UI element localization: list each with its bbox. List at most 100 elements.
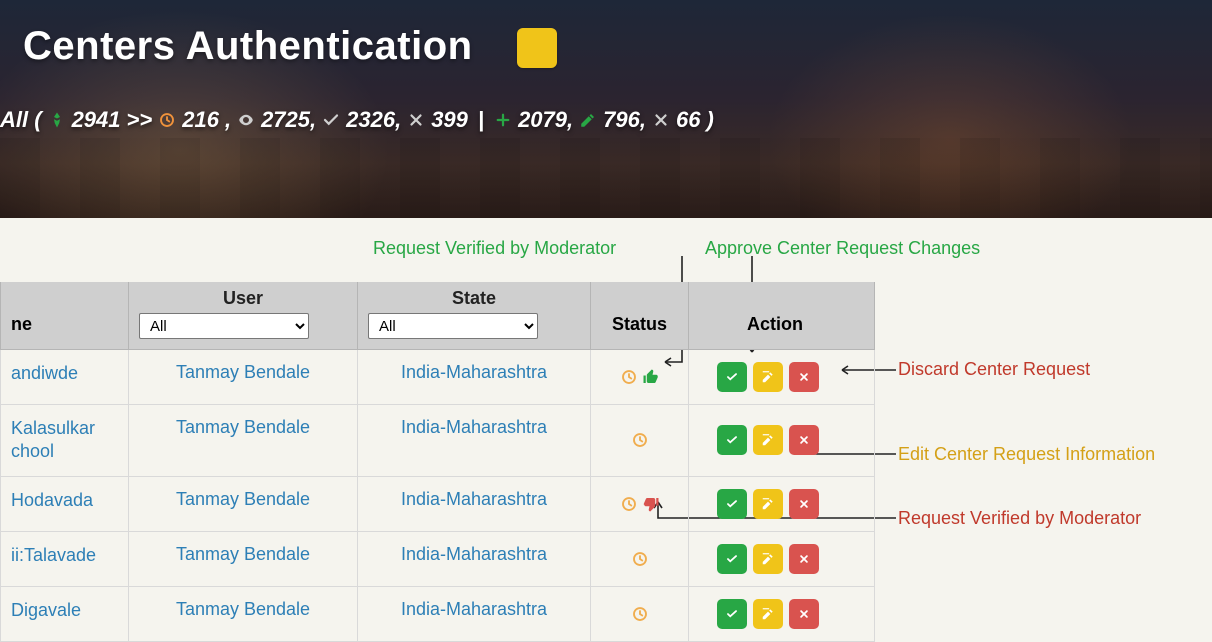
col-name: ne: [0, 282, 128, 350]
cell-action: [688, 350, 875, 405]
discard-button[interactable]: [789, 425, 819, 455]
cell-user: Tanmay Bendale: [128, 477, 357, 532]
col-status-label: Status: [612, 314, 667, 335]
cell-status: [590, 350, 688, 405]
close-icon: [797, 370, 811, 384]
table-header: ne User All State All Status Action: [0, 282, 875, 350]
cell-name: Hodavada: [0, 477, 128, 532]
page-title: Centers Authentication: [23, 24, 473, 69]
c1: ,: [225, 107, 231, 133]
x-icon: [407, 111, 425, 129]
cell-state: India-Maharashtra: [357, 587, 590, 642]
col-user-label: User: [139, 288, 347, 309]
approve-button[interactable]: [717, 599, 747, 629]
pending-clock-icon: [620, 495, 638, 513]
check-icon: [322, 111, 340, 129]
edit-button[interactable]: [753, 425, 783, 455]
edit-icon: [761, 497, 775, 511]
edit-button[interactable]: [753, 489, 783, 519]
pencil-icon: [579, 111, 597, 129]
check-icon: [725, 607, 739, 621]
annotation-edit: Edit Center Request Information: [898, 444, 1155, 465]
center-name-link[interactable]: andiwde: [11, 363, 78, 383]
add-center-button[interactable]: [517, 28, 557, 68]
check-icon: [725, 433, 739, 447]
user-link[interactable]: Tanmay Bendale: [176, 362, 310, 382]
col-action-label: Action: [747, 314, 803, 335]
cell-status: [590, 405, 688, 477]
close-icon: [797, 497, 811, 511]
check-icon: [725, 497, 739, 511]
col-state: State All: [357, 282, 590, 350]
cell-name: Digavale: [0, 587, 128, 642]
close-icon: [797, 433, 811, 447]
col-user: User All: [128, 282, 357, 350]
eye-icon: [237, 111, 255, 129]
edit-icon: [761, 370, 775, 384]
pending-clock-icon: [631, 431, 649, 449]
edit-button[interactable]: [753, 544, 783, 574]
annotation-discard: Discard Center Request: [898, 359, 1090, 380]
edit-icon: [761, 433, 775, 447]
hero-banner: Centers Authentication All ( 2941 >> 216…: [0, 0, 1212, 218]
edit-button[interactable]: [753, 362, 783, 392]
plus-stat-icon: [494, 111, 512, 129]
stat-edited: 796,: [603, 107, 646, 133]
cell-user: Tanmay Bendale: [128, 350, 357, 405]
approve-button[interactable]: [717, 544, 747, 574]
stat-approved: 2326,: [346, 107, 401, 133]
check-icon: [725, 552, 739, 566]
center-name-link[interactable]: ii:Talavade: [11, 545, 96, 565]
centers-table: ne User All State All Status Action andi…: [0, 282, 875, 642]
edit-icon: [761, 607, 775, 621]
state-link[interactable]: India-Maharashtra: [401, 417, 547, 437]
approve-button[interactable]: [717, 425, 747, 455]
discard-button[interactable]: [789, 362, 819, 392]
user-filter-select[interactable]: All: [139, 313, 309, 339]
cell-action: [688, 532, 875, 587]
close-icon: [797, 552, 811, 566]
state-link[interactable]: India-Maharashtra: [401, 362, 547, 382]
thumbs-up-icon: [642, 368, 660, 386]
discard-button[interactable]: [789, 489, 819, 519]
discard-button[interactable]: [789, 544, 819, 574]
cell-name: andiwde: [0, 350, 128, 405]
cell-state: India-Maharashtra: [357, 477, 590, 532]
center-name-link[interactable]: Kalasulkar chool: [11, 418, 95, 461]
cell-name: Kalasulkar chool: [0, 405, 128, 477]
state-link[interactable]: India-Maharashtra: [401, 489, 547, 509]
pending-clock-icon: [631, 605, 649, 623]
stats-bar: All ( 2941 >> 216 , 2725, 2326, 399 | 20…: [0, 107, 714, 133]
cell-action: [688, 477, 875, 532]
cell-status: [590, 532, 688, 587]
center-name-link[interactable]: Hodavada: [11, 490, 93, 510]
state-link[interactable]: India-Maharashtra: [401, 544, 547, 564]
user-link[interactable]: Tanmay Bendale: [176, 544, 310, 564]
pending-clock-icon: [620, 368, 638, 386]
table-row: ii:Talavade Tanmay Bendale India-Maharasht…: [0, 532, 875, 587]
stat-launched: 2941: [72, 107, 121, 133]
approve-button[interactable]: [717, 362, 747, 392]
rocket-icon: [48, 111, 66, 129]
approve-button[interactable]: [717, 489, 747, 519]
col-name-label: ne: [11, 314, 32, 335]
center-name-link[interactable]: Digavale: [11, 600, 81, 620]
edit-button[interactable]: [753, 599, 783, 629]
edit-icon: [761, 552, 775, 566]
user-link[interactable]: Tanmay Bendale: [176, 489, 310, 509]
discard-button[interactable]: [789, 599, 819, 629]
table-row: Hodavada Tanmay Bendale India-Maharashtra: [0, 477, 875, 532]
user-link[interactable]: Tanmay Bendale: [176, 417, 310, 437]
stats-pipe: |: [474, 107, 488, 133]
cell-name: ii:Talavade: [0, 532, 128, 587]
check-icon: [725, 370, 739, 384]
cell-state: India-Maharashtra: [357, 405, 590, 477]
cell-user: Tanmay Bendale: [128, 587, 357, 642]
stats-arrows: >>: [127, 107, 153, 133]
table-row: Digavale Tanmay BendaleIndia-Maharashtra: [0, 587, 875, 642]
state-filter-select[interactable]: All: [368, 313, 538, 339]
annotation-verified-top: Request Verified by Moderator: [373, 238, 616, 259]
x-icon-2: [652, 111, 670, 129]
stat-pending: 216: [182, 107, 219, 133]
pending-clock-icon: [631, 550, 649, 568]
